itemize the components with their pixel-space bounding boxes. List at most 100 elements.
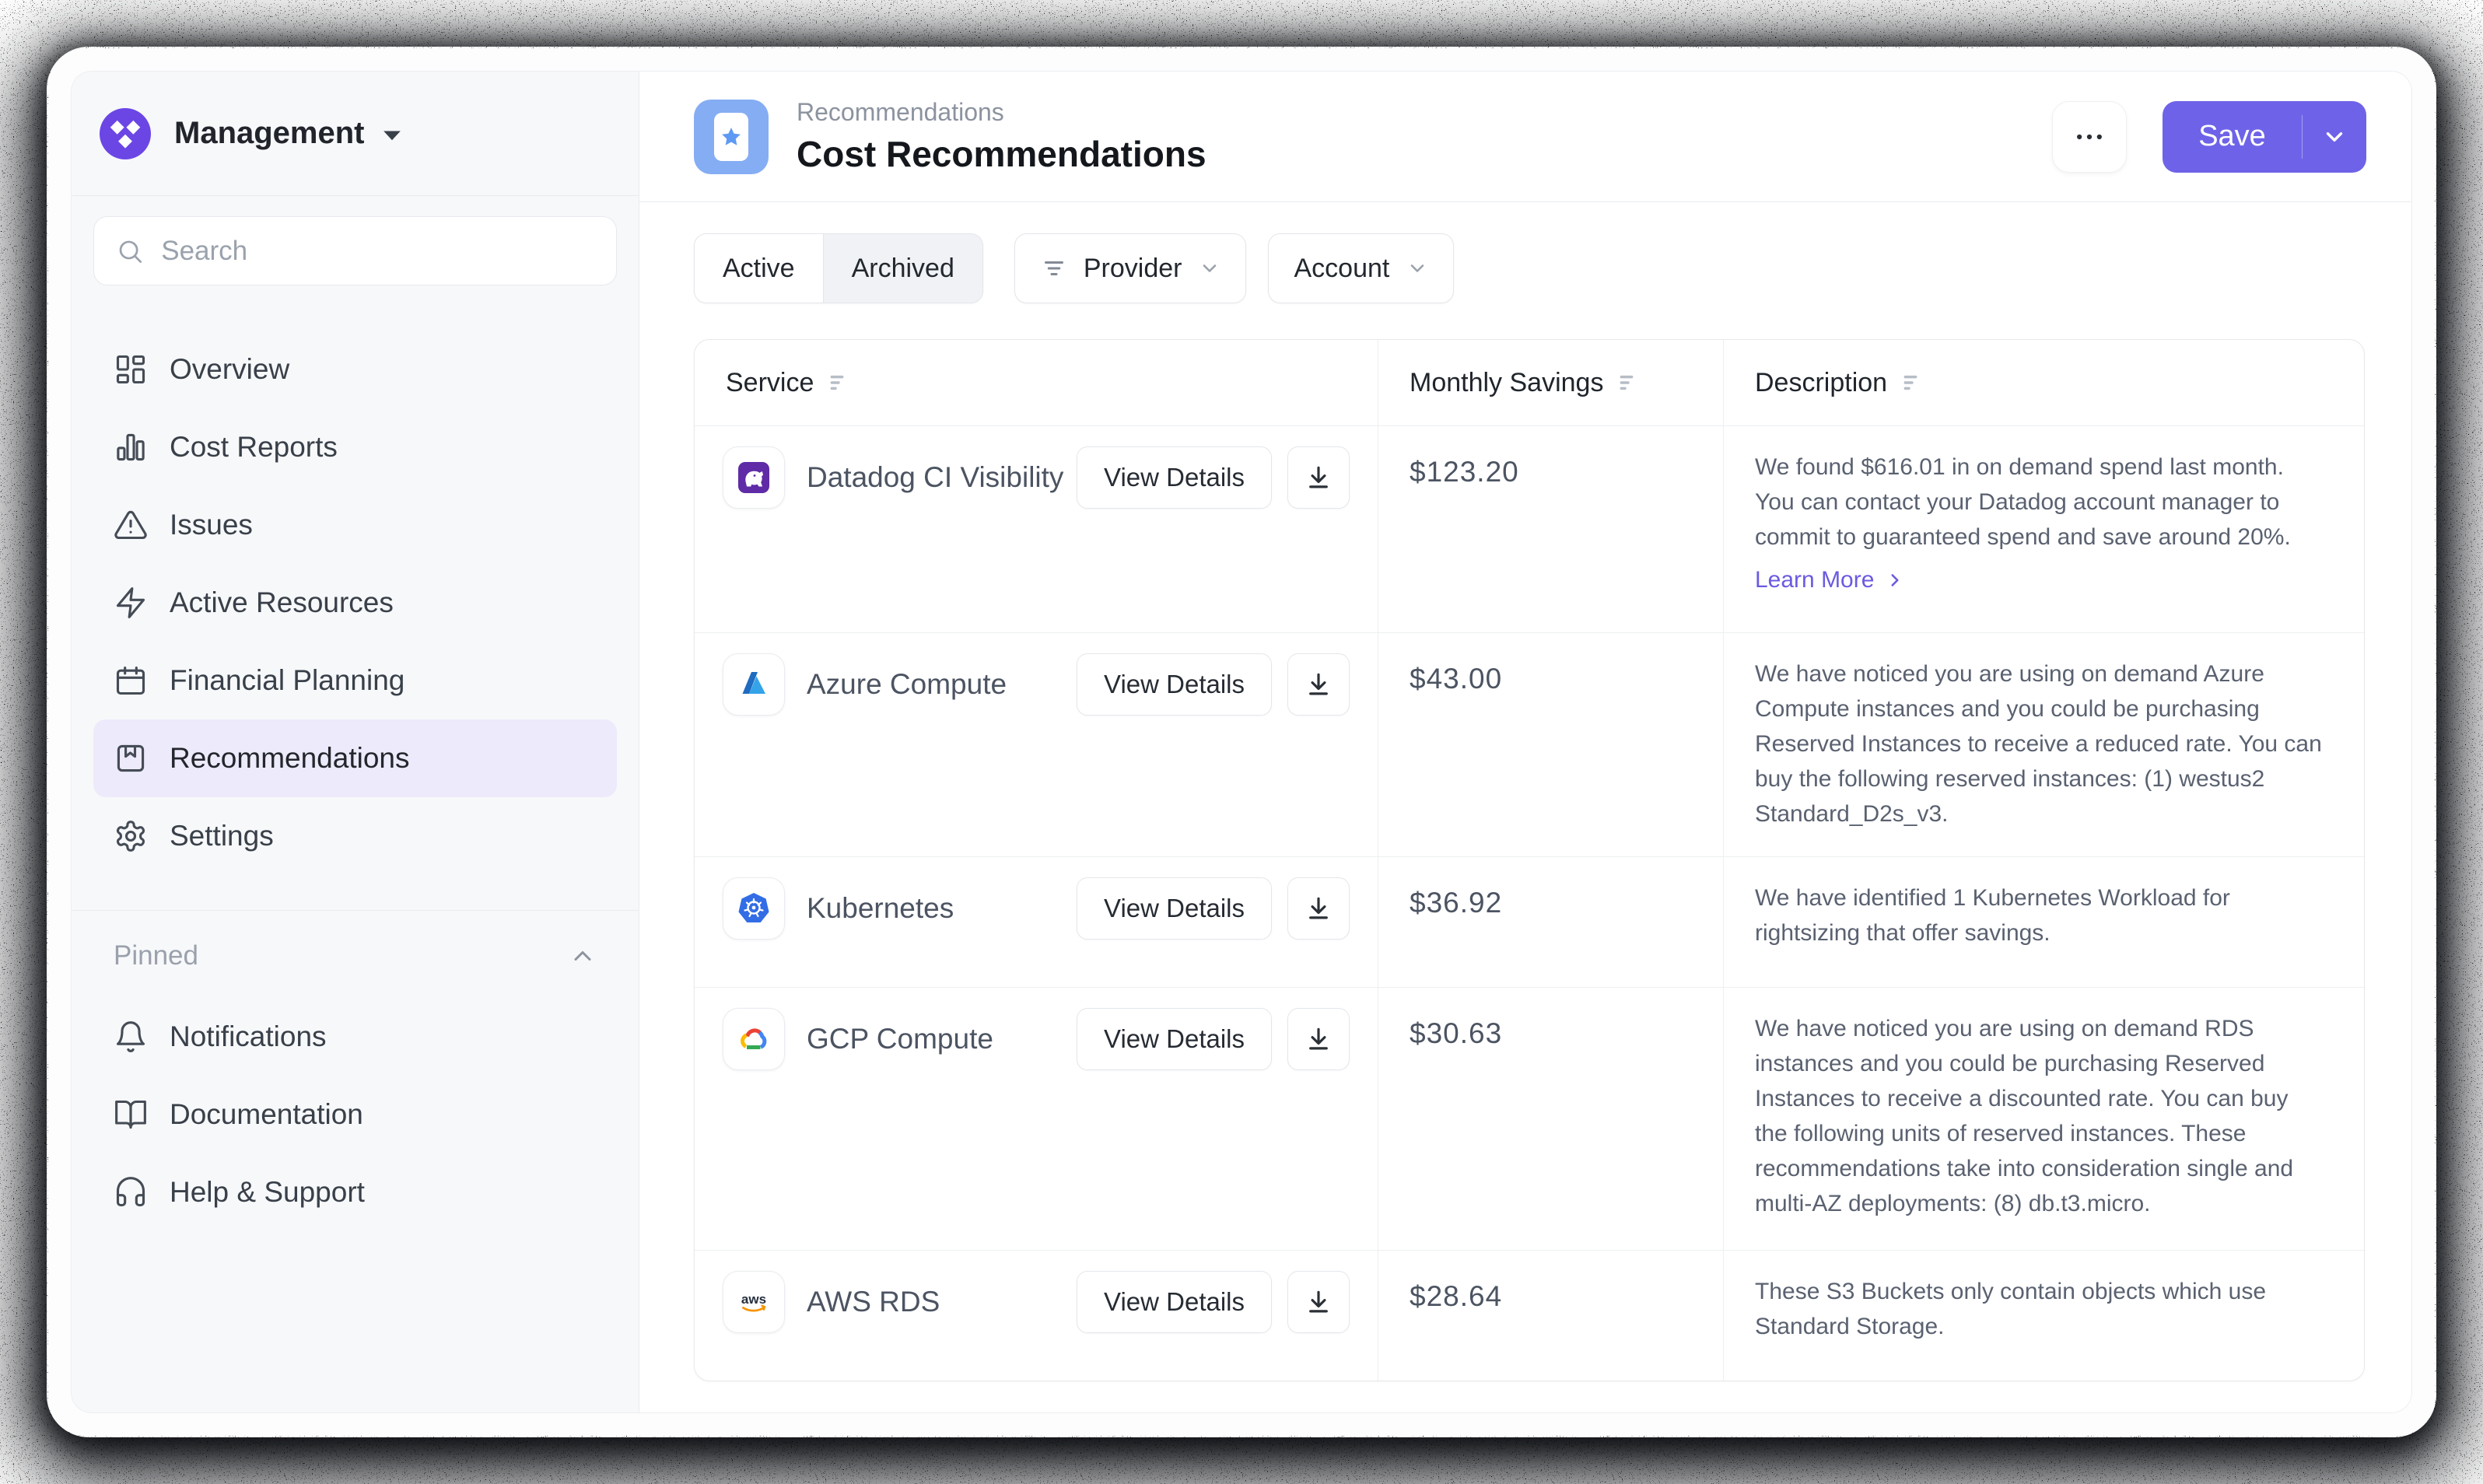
download-button[interactable] xyxy=(1287,1008,1350,1070)
sidebar-nav: Overview Cost Reports Issues Active Reso… xyxy=(72,331,639,875)
sidebar-item-settings[interactable]: Settings xyxy=(93,797,617,875)
sidebar-item-label: Documentation xyxy=(170,1098,363,1131)
monthly-savings-value: $43.00 xyxy=(1378,633,1723,856)
chevron-down-icon xyxy=(2321,124,2348,150)
dashboard-icon xyxy=(114,352,148,387)
gear-icon xyxy=(114,819,148,853)
sidebar-item-help-support[interactable]: Help & Support xyxy=(93,1153,617,1231)
sidebar-item-label: Financial Planning xyxy=(170,664,404,697)
download-icon xyxy=(1304,1287,1333,1317)
sort-icon[interactable] xyxy=(828,370,853,395)
recommendations-table: Service Monthly Savings Description xyxy=(694,339,2365,1381)
account-filter-dropdown[interactable]: Account xyxy=(1268,233,1454,303)
caret-down-icon xyxy=(382,129,402,143)
star-icon xyxy=(720,125,743,149)
service-name: AWS RDS xyxy=(807,1286,940,1318)
main-panel: Recommendations Cost Recommendations Sav… xyxy=(639,72,2411,1412)
recommendation-description: These S3 Buckets only contain objects wh… xyxy=(1755,1274,2324,1344)
table-row: GCP Compute View Details $30.63 We have … xyxy=(695,987,2364,1250)
sidebar-item-issues[interactable]: Issues xyxy=(93,486,617,564)
view-details-button[interactable]: View Details xyxy=(1077,1008,1272,1070)
breadcrumb: Recommendations xyxy=(797,98,1206,127)
download-button[interactable] xyxy=(1287,653,1350,716)
sidebar-item-label: Cost Reports xyxy=(170,431,338,464)
calendar-icon xyxy=(114,663,148,698)
download-icon xyxy=(1304,670,1333,699)
download-button[interactable] xyxy=(1287,446,1350,509)
recommendation-description: We have noticed you are using on demand … xyxy=(1755,656,2324,831)
search-input[interactable] xyxy=(161,236,594,267)
chevron-down-icon xyxy=(1406,257,1428,279)
column-header-monthly-savings[interactable]: Monthly Savings xyxy=(1378,340,1723,425)
table-row: Kubernetes View Details $36.92 We have i… xyxy=(695,856,2364,987)
page-icon xyxy=(694,100,769,174)
table-header-row: Service Monthly Savings Description xyxy=(695,340,2364,425)
provider-filter-label: Provider xyxy=(1084,254,1182,284)
bookmark-square-icon xyxy=(114,741,148,775)
chevron-right-icon xyxy=(1885,570,1905,590)
sidebar-item-documentation[interactable]: Documentation xyxy=(93,1076,617,1153)
filter-lines-icon xyxy=(1040,254,1068,282)
view-details-button[interactable]: View Details xyxy=(1077,877,1272,940)
monthly-savings-value: $28.64 xyxy=(1378,1251,1723,1381)
download-button[interactable] xyxy=(1287,1271,1350,1333)
sort-icon[interactable] xyxy=(1901,370,1926,395)
bell-icon xyxy=(114,1020,148,1054)
sidebar-item-financial-planning[interactable]: Financial Planning xyxy=(93,642,617,719)
datadog-icon xyxy=(723,446,785,509)
recommendation-description: We found $616.01 in on demand spend last… xyxy=(1755,450,2324,555)
provider-filter-dropdown[interactable]: Provider xyxy=(1014,233,1247,303)
sidebar-item-label: Overview xyxy=(170,353,289,386)
monthly-savings-value: $30.63 xyxy=(1378,988,1723,1250)
service-name: Kubernetes xyxy=(807,892,954,925)
view-details-button[interactable]: View Details xyxy=(1077,446,1272,509)
status-segmented-control: Active Archived xyxy=(694,233,983,303)
workspace-logo-icon xyxy=(100,108,151,159)
service-name: GCP Compute xyxy=(807,1023,993,1055)
column-header-description[interactable]: Description xyxy=(1723,340,2365,425)
app-window: Management Overview Cost Reports Issues xyxy=(48,48,2435,1436)
pinned-nav: Notifications Documentation Help & Suppo… xyxy=(72,998,639,1231)
save-split-button[interactable]: Save xyxy=(2163,101,2366,173)
bar-chart-icon xyxy=(114,430,148,464)
sidebar-item-cost-reports[interactable]: Cost Reports xyxy=(93,408,617,486)
book-open-icon xyxy=(114,1097,148,1132)
search-icon xyxy=(116,236,144,267)
sidebar-item-overview[interactable]: Overview xyxy=(93,331,617,408)
sidebar-item-active-resources[interactable]: Active Resources xyxy=(93,564,617,642)
monthly-savings-value: $123.20 xyxy=(1378,426,1723,632)
recommendation-description: We have identified 1 Kubernetes Workload… xyxy=(1755,880,2324,950)
gcp-icon xyxy=(723,1008,785,1070)
sort-icon[interactable] xyxy=(1617,370,1642,395)
save-button[interactable]: Save xyxy=(2163,120,2302,153)
column-header-service[interactable]: Service xyxy=(695,340,1378,425)
alert-triangle-icon xyxy=(114,508,148,542)
download-button[interactable] xyxy=(1287,877,1350,940)
save-dropdown-button[interactable] xyxy=(2303,124,2366,150)
recommendation-description: We have noticed you are using on demand … xyxy=(1755,1011,2324,1221)
more-actions-button[interactable] xyxy=(2052,101,2127,173)
download-icon xyxy=(1304,463,1333,492)
pinned-label: Pinned xyxy=(114,940,198,971)
learn-more-link[interactable]: Learn More xyxy=(1755,567,2324,593)
sidebar-divider xyxy=(72,910,639,911)
ellipsis-icon xyxy=(2072,120,2107,154)
sidebar-item-recommendations[interactable]: Recommendations xyxy=(93,719,617,797)
view-details-button[interactable]: View Details xyxy=(1077,1271,1272,1333)
download-icon xyxy=(1304,894,1333,923)
azure-icon xyxy=(723,653,785,716)
chevron-up-icon[interactable] xyxy=(569,942,597,970)
tab-active[interactable]: Active xyxy=(695,234,824,303)
monthly-savings-value: $36.92 xyxy=(1378,857,1723,987)
sidebar-item-notifications[interactable]: Notifications xyxy=(93,998,617,1076)
download-icon xyxy=(1304,1024,1333,1054)
view-details-button[interactable]: View Details xyxy=(1077,653,1272,716)
account-filter-label: Account xyxy=(1294,254,1389,284)
zap-icon xyxy=(114,586,148,620)
sidebar-item-label: Help & Support xyxy=(170,1176,365,1209)
workspace-switcher[interactable]: Management xyxy=(72,72,639,196)
service-name: Azure Compute xyxy=(807,668,1007,701)
tab-archived[interactable]: Archived xyxy=(824,234,982,303)
table-row: Azure Compute View Details $43.00 We hav… xyxy=(695,632,2364,856)
workspace-name: Management xyxy=(174,116,365,151)
